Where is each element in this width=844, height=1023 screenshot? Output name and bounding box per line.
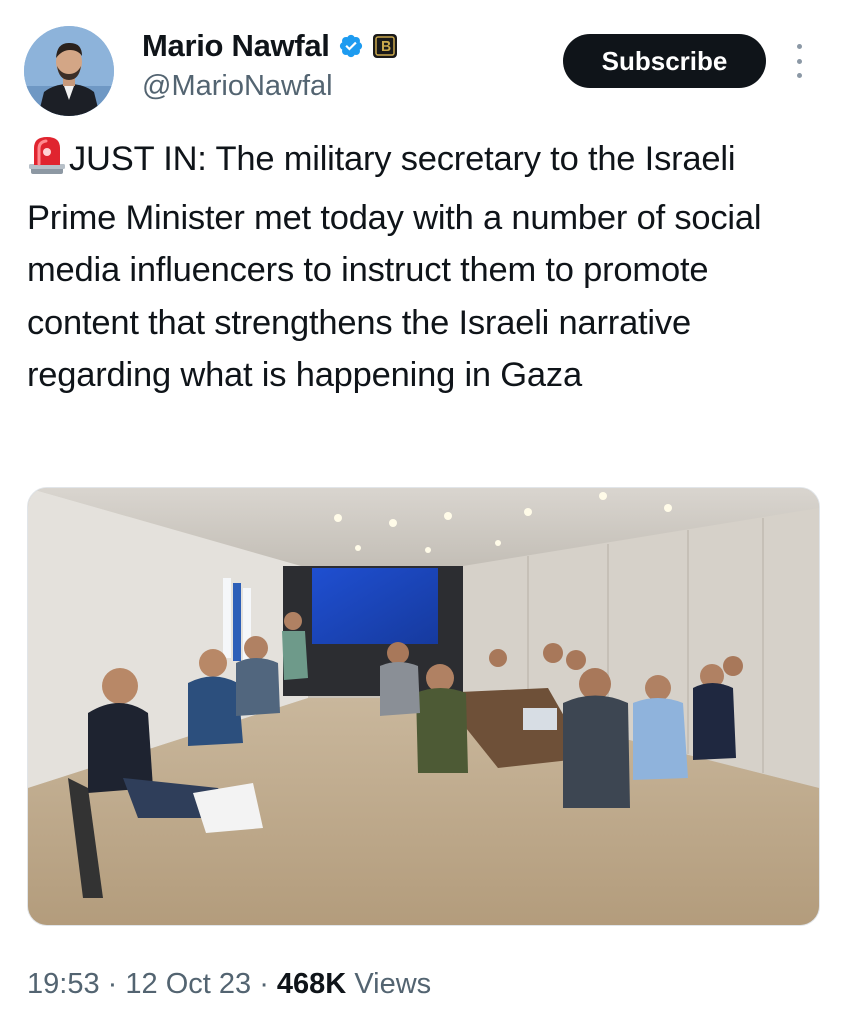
- tweet-media-photo[interactable]: [27, 487, 820, 926]
- meta-separator: ·: [259, 968, 269, 1000]
- more-dot: [796, 73, 802, 78]
- author-display-name[interactable]: Mario Nawfal: [142, 28, 330, 64]
- more-dot: [796, 44, 802, 49]
- tweet-text: JUST IN: The military secretary to the I…: [27, 140, 762, 394]
- meeting-room-photo: [28, 488, 819, 925]
- tweet-text-block: JUST IN: The military secretary to the I…: [27, 133, 817, 402]
- views-label: Views: [354, 968, 432, 1000]
- tweet-date[interactable]: 12 Oct 23: [125, 968, 251, 1000]
- views-count[interactable]: 468K: [277, 968, 346, 1000]
- affiliate-badge-icon[interactable]: [372, 33, 398, 59]
- rotating-light-icon: [27, 134, 67, 192]
- more-dot: [796, 58, 802, 64]
- avatar-image: [24, 26, 114, 116]
- author-name-row: Mario Nawfal: [142, 26, 398, 66]
- verified-badge-icon[interactable]: [338, 33, 364, 59]
- author-handle[interactable]: @MarioNawfal: [142, 70, 333, 103]
- tweet-meta: 19:53 · 12 Oct 23 · 468K Views: [27, 968, 431, 1001]
- more-options-icon[interactable]: [786, 44, 812, 78]
- subscribe-button[interactable]: Subscribe: [563, 34, 766, 88]
- avatar[interactable]: [24, 26, 114, 116]
- tweet-time[interactable]: 19:53: [27, 968, 100, 1000]
- meta-separator: ·: [107, 968, 118, 1000]
